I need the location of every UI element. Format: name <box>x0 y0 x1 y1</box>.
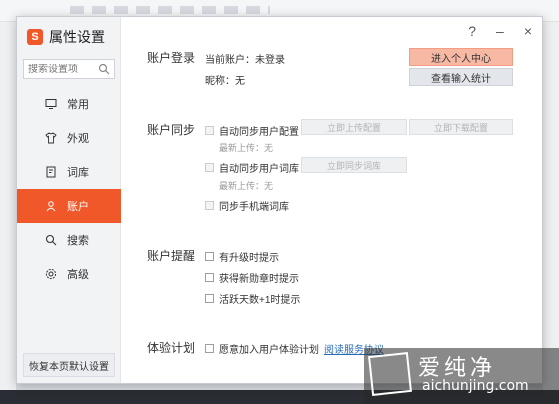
sync-mobile-dict-checkbox[interactable]: 同步手机端词库 <box>205 198 289 213</box>
view-input-stats-button[interactable]: 查看输入统计 <box>409 68 513 86</box>
checkbox-box[interactable] <box>205 163 214 172</box>
checkbox-box[interactable] <box>205 252 214 261</box>
sidebar-item-label: 词库 <box>67 167 89 179</box>
active-days-reminder-checkbox[interactable]: 活跃天数+1时提示 <box>205 291 300 306</box>
section-title-account-reminder: 账户提醒 <box>147 249 196 263</box>
sidebar-item-advanced[interactable]: 高级 <box>17 257 121 291</box>
background-toolbar-icons <box>70 6 270 14</box>
watermark-en-text: aichunjing.com <box>422 378 529 394</box>
sidebar-item-label: 常用 <box>67 99 89 111</box>
latest-upload-dict-note: 最新上传：无 <box>219 181 274 191</box>
background-app-left <box>0 22 16 404</box>
upload-config-button[interactable]: 立即上传配置 <box>301 119 407 135</box>
section-title-account-sync: 账户同步 <box>147 123 196 137</box>
sidebar-item-label: 搜索 <box>67 235 89 247</box>
checkbox-box[interactable] <box>205 344 214 353</box>
checkbox-label: 获得新勋章时提示 <box>219 274 299 285</box>
sidebar-item-dictionary[interactable]: 词库 <box>17 155 121 189</box>
checkbox-label: 有升级时提示 <box>219 253 279 264</box>
watermark-logo-icon <box>368 352 412 396</box>
account-settings-panel: 账户登录 当前账户：未登录 昵称：无 进入个人中心 查看输入统计 账户同步 自动… <box>121 17 542 383</box>
checkbox-label: 自动同步用户配置 <box>219 127 299 138</box>
checkbox-label: 愿意加入用户体验计划 <box>219 345 319 356</box>
auto-sync-config-checkbox[interactable]: 自动同步用户配置 <box>205 123 299 138</box>
checkbox-label: 活跃天数+1时提示 <box>219 295 301 306</box>
sidebar-item-label: 账户 <box>67 201 89 213</box>
auto-sync-dict-checkbox[interactable]: 自动同步用户词库 <box>205 160 299 175</box>
gear-icon <box>45 268 57 280</box>
enter-personal-center-button[interactable]: 进入个人中心 <box>409 48 513 66</box>
checkbox-box[interactable] <box>205 201 214 210</box>
dialog-title: 属性设置 <box>49 29 105 45</box>
checkbox-box[interactable] <box>205 126 214 135</box>
checkbox-label: 自动同步用户词库 <box>219 164 299 175</box>
section-title-experience: 体验计划 <box>147 341 196 355</box>
latest-upload-config-note: 最新上传：无 <box>219 143 274 153</box>
user-icon <box>46 201 56 212</box>
download-config-button[interactable]: 立即下载配置 <box>409 119 513 135</box>
sidebar-item-search[interactable]: 搜索 <box>17 223 121 257</box>
book-icon <box>46 166 56 178</box>
sync-dict-now-button[interactable]: 立即同步词库 <box>301 157 407 173</box>
checkbox-box[interactable] <box>205 273 214 282</box>
nickname-text: 昵称：无 <box>205 76 245 87</box>
checkbox-box[interactable] <box>205 294 214 303</box>
sidebar-item-appearance[interactable]: 外观 <box>17 121 121 155</box>
sidebar-item-account[interactable]: 账户 <box>17 189 121 223</box>
site-watermark: 爱纯净 aichunjing.com <box>364 348 559 404</box>
section-title-account-login: 账户登录 <box>147 51 196 65</box>
search-icon[interactable] <box>98 63 110 75</box>
search-icon <box>45 234 57 246</box>
experience-plan-checkbox[interactable]: 愿意加入用户体验计划 阅读服务协议 <box>205 341 384 356</box>
search-input[interactable] <box>28 63 92 75</box>
sogou-logo-icon: S <box>27 29 43 45</box>
current-account-text: 当前账户：未登录 <box>205 55 285 66</box>
background-app-right <box>543 22 559 404</box>
settings-dialog: ? – × S 属性设置 常用 外观 词库 <box>16 16 543 384</box>
sidebar-item-common[interactable]: 常用 <box>17 87 121 121</box>
sidebar: S 属性设置 常用 外观 词库 账户 <box>17 17 121 383</box>
monitor-icon <box>45 99 57 109</box>
checkbox-label: 同步手机端词库 <box>219 202 289 213</box>
tshirt-icon <box>45 132 57 144</box>
settings-search[interactable] <box>23 59 115 79</box>
restore-defaults-button[interactable]: 恢复本页默认设置 <box>23 353 115 377</box>
sidebar-item-label: 外观 <box>67 133 89 145</box>
sidebar-item-label: 高级 <box>67 269 89 281</box>
brand: S 属性设置 <box>27 27 105 47</box>
sidebar-nav: 常用 外观 词库 账户 搜索 高级 <box>17 87 121 291</box>
badge-reminder-checkbox[interactable]: 获得新勋章时提示 <box>205 270 299 285</box>
upgrade-reminder-checkbox[interactable]: 有升级时提示 <box>205 249 279 264</box>
